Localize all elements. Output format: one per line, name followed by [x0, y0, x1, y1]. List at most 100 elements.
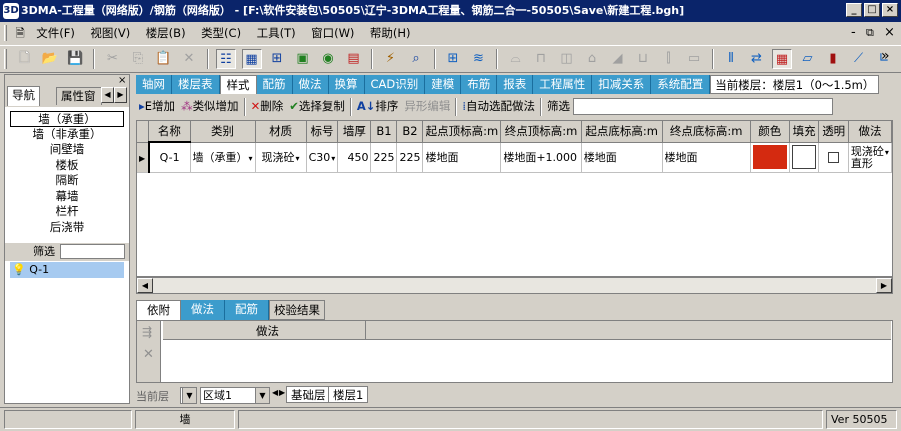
transparent-checkbox[interactable]: [828, 152, 840, 163]
col-header-start-bottom[interactable]: 起点底标高:m: [581, 121, 663, 143]
tab-rebar-layout[interactable]: 布筋: [461, 75, 498, 94]
cell-start-bottom[interactable]: 楼地面: [581, 142, 663, 173]
filter-input[interactable]: [573, 98, 834, 115]
pit-icon[interactable]: ⊔: [633, 49, 653, 69]
col-header-detail-method[interactable]: 做法: [256, 323, 279, 339]
col-header-start-top[interactable]: 起点顶标高:m: [422, 121, 502, 143]
nav-item-partition[interactable]: 隔断: [5, 173, 129, 189]
cut-icon[interactable]: ✂: [103, 49, 123, 69]
roof-icon[interactable]: ⌂: [582, 49, 602, 69]
tab-report[interactable]: 报表: [497, 75, 534, 94]
cell-material[interactable]: 现浇砼▾: [255, 142, 307, 173]
col-header-name[interactable]: 名称: [148, 121, 191, 143]
tab-system-config[interactable]: 系统配置: [651, 75, 711, 94]
cell-color[interactable]: [750, 142, 790, 173]
toolbar-more-icon[interactable]: »: [881, 48, 890, 64]
turtle-icon[interactable]: ◉: [318, 49, 338, 69]
col-header-grade[interactable]: 标号: [306, 121, 339, 143]
scroll-left-icon[interactable]: ◀: [137, 278, 153, 293]
tab-axis-grid[interactable]: 轴网: [136, 75, 172, 94]
menu-type[interactable]: 类型(C): [195, 22, 247, 44]
col-header-b2[interactable]: B2: [396, 121, 424, 143]
menu-icon[interactable]: 🗎: [14, 22, 27, 44]
menu-floor[interactable]: 楼层(B): [140, 22, 192, 44]
pile-icon[interactable]: ⫿: [659, 49, 679, 69]
tab-conversion[interactable]: 换算: [328, 75, 365, 94]
sheet-icon[interactable]: ▤: [344, 49, 364, 69]
nav-close-icon[interactable]: ×: [118, 75, 126, 86]
cell-transparent[interactable]: [818, 142, 849, 173]
sort-button[interactable]: A↓排序: [354, 96, 402, 116]
horizontal-scrollbar[interactable]: ◀ ▶: [136, 277, 893, 294]
col-header-color[interactable]: 颜色: [750, 121, 790, 143]
tab-validation-result[interactable]: 校验结果: [269, 300, 325, 320]
mdi-restore-button[interactable]: ⧉: [866, 25, 874, 41]
nav-item-partition-wall[interactable]: 间壁墙: [5, 142, 129, 158]
plate-icon[interactable]: ▱: [798, 49, 818, 69]
cell-start-top[interactable]: 楼地面: [422, 142, 502, 173]
close-button[interactable]: ×: [882, 3, 898, 17]
col-header-category[interactable]: 类别: [190, 121, 256, 143]
menu-window[interactable]: 窗口(W): [305, 22, 360, 44]
property-icon[interactable]: ⊞: [267, 49, 287, 69]
add-button[interactable]: ▸E增加: [136, 96, 178, 116]
slab-icon[interactable]: ◫: [557, 49, 577, 69]
column-icon[interactable]: ⊓: [531, 49, 551, 69]
col-header-end-bottom[interactable]: 终点底标高:m: [662, 121, 751, 143]
cell-fill[interactable]: [789, 142, 820, 173]
tab-detail-method[interactable]: 做法: [181, 300, 225, 320]
tab-project-properties[interactable]: 工程属性: [533, 75, 593, 94]
layers-icon[interactable]: ≋: [469, 49, 489, 69]
nav-prev-icon[interactable]: ◀: [101, 87, 114, 103]
tab-properties[interactable]: 属性窗: [56, 87, 102, 105]
select-copy-button[interactable]: ✔选择复制: [286, 96, 348, 116]
nav-item-railing[interactable]: 栏杆: [5, 204, 129, 220]
brick-icon[interactable]: ▭: [684, 49, 704, 69]
cell-end-bottom[interactable]: 楼地面: [662, 142, 751, 173]
tab-navigation[interactable]: 导航: [7, 86, 40, 106]
row-indicator[interactable]: ▶: [137, 142, 150, 173]
pillar-icon[interactable]: ⫴: [721, 49, 741, 69]
col-header-transparent[interactable]: 透明: [818, 121, 849, 143]
table-row[interactable]: ▶ Q-1 墙（承重）▾ 现浇砼▾ C30▾ 450 225 225 楼地面 楼…: [137, 141, 892, 173]
col-header-b1[interactable]: B1: [370, 121, 398, 143]
cell-b1[interactable]: 225: [370, 142, 398, 173]
grid-icon[interactable]: ⊞: [443, 49, 463, 69]
menu-file[interactable]: 文件(F): [30, 22, 81, 44]
save-icon[interactable]: 💾: [66, 49, 86, 69]
nav-item-slab[interactable]: 楼板: [5, 158, 129, 174]
delete-button[interactable]: ✕删除: [248, 96, 287, 116]
add-row-icon[interactable]: ⇶: [142, 325, 152, 339]
link-icon[interactable]: ⇄: [747, 49, 767, 69]
list-item[interactable]: 💡 Q-1: [10, 262, 124, 278]
nav-next-icon[interactable]: ▶: [114, 87, 127, 103]
layer-prev-icon[interactable]: ◀: [272, 388, 278, 397]
layer-combo[interactable]: ▼: [180, 387, 197, 404]
cell-category[interactable]: 墙（承重）▾: [190, 142, 256, 173]
image-icon[interactable]: ▣: [293, 49, 313, 69]
auto-select-method-button[interactable]: ⁞自动选配做法: [459, 96, 538, 116]
line-icon[interactable]: ⟋: [849, 49, 869, 69]
scroll-right-icon[interactable]: ▶: [876, 278, 892, 293]
wall-icon[interactable]: ▦: [772, 49, 792, 69]
door-icon[interactable]: ▮: [823, 49, 843, 69]
wand-icon[interactable]: ⚡: [381, 49, 401, 69]
cell-name[interactable]: Q-1: [147, 141, 191, 173]
layer-tab-floor1[interactable]: 楼层1: [328, 386, 369, 403]
nav-item-nonbearing-wall[interactable]: 墙（非承重）: [5, 127, 129, 143]
remove-row-icon[interactable]: ✕: [143, 347, 154, 362]
tab-modeling[interactable]: 建模: [425, 75, 462, 94]
nav-item-curtain-wall[interactable]: 幕墙: [5, 189, 129, 205]
tab-floor-table[interactable]: 楼层表: [172, 75, 220, 94]
paste-icon[interactable]: 📋: [154, 49, 174, 69]
menu-view[interactable]: 视图(V): [84, 22, 136, 44]
col-header-method[interactable]: 做法: [848, 121, 892, 143]
delete-icon[interactable]: ✕: [179, 49, 199, 69]
col-header-material[interactable]: 材质: [255, 121, 307, 143]
cell-thickness[interactable]: 450: [337, 142, 372, 173]
tab-method[interactable]: 做法: [292, 75, 329, 94]
tab-cad-recognition[interactable]: CAD识别: [364, 75, 426, 94]
table-view-icon[interactable]: ▦: [241, 49, 262, 69]
tab-deduction[interactable]: 扣减关系: [592, 75, 652, 94]
col-header-end-top[interactable]: 终点顶标高:m: [500, 121, 582, 143]
